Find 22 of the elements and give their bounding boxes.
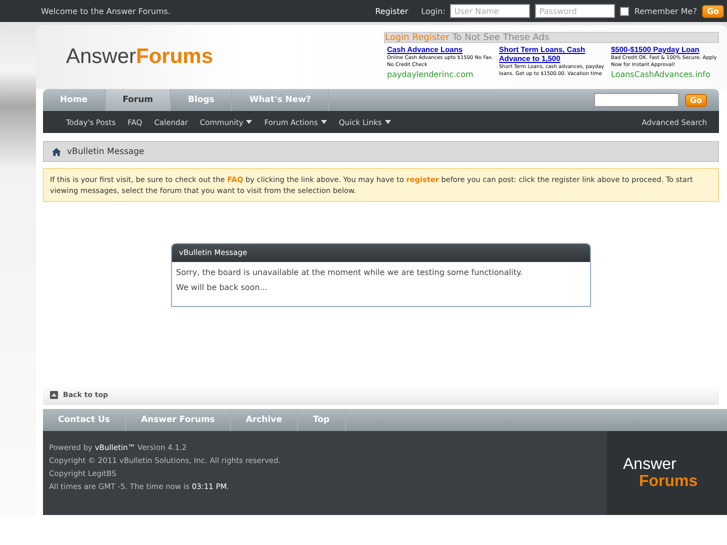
ad-url[interactable]: paydaylenderinc.com xyxy=(387,70,495,79)
arrow-up-icon[interactable] xyxy=(50,391,58,399)
footer-logo: Answer Forums xyxy=(607,431,727,515)
remember-label: Remember Me? xyxy=(634,6,697,16)
login-label: Login: xyxy=(421,6,446,16)
caret-icon xyxy=(384,120,391,124)
remember-checkbox[interactable] xyxy=(620,6,630,16)
home-icon[interactable] xyxy=(52,148,61,156)
ad-url[interactable]: LoansCashAdvances.info xyxy=(611,70,719,79)
username-field[interactable]: User Name xyxy=(450,4,530,18)
message-text: Sorry, the board is unavailable at the moment while we are testing some functionality. xyxy=(176,268,524,277)
password-field[interactable]: Password xyxy=(535,4,616,18)
caret-icon xyxy=(246,120,252,124)
register-link[interactable]: Register xyxy=(375,6,408,16)
welcome-text: Welcome to the Answer Forums. xyxy=(41,6,170,16)
breadcrumb-text: vBulletin Message xyxy=(67,146,144,156)
caret-icon xyxy=(320,120,327,124)
site-logo[interactable]: AnswerForums xyxy=(66,45,214,89)
message-text: We will be back soon... xyxy=(176,283,268,292)
ad-header-text: To Not See These Ads xyxy=(452,33,550,42)
search-field[interactable] xyxy=(594,93,679,107)
nav-tab[interactable]: Forum xyxy=(106,89,171,111)
